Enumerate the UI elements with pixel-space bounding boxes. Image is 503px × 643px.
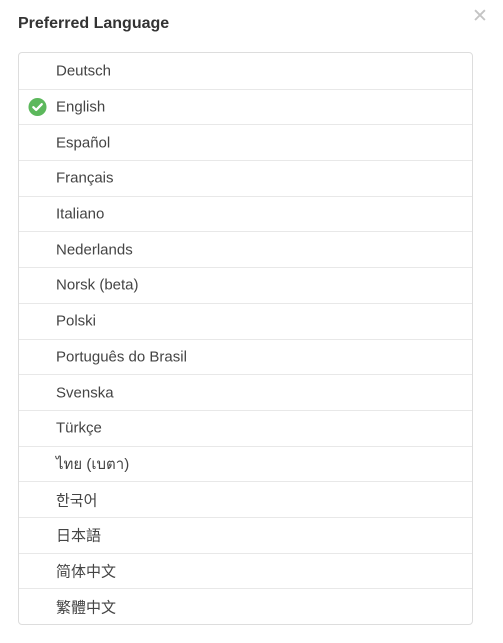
language-item-italiano[interactable]: Italiano [19,195,472,232]
language-label: Türkçe [56,419,102,437]
close-icon[interactable]: ✕ [469,6,491,28]
language-item-deutsch[interactable]: Deutsch [19,53,472,89]
language-list: Deutsch English Español Français Italian… [18,52,473,625]
language-item-traditional-chinese[interactable]: 繁體中文 [19,588,472,624]
language-label: Deutsch [56,62,112,80]
language-label: 简体中文 [56,563,117,581]
language-item-svenska[interactable]: Svenska [19,374,472,410]
check-circle-icon [28,98,47,117]
language-label: Italiano [56,205,105,223]
language-label: 繁體中文 [56,599,117,617]
language-item-thai[interactable]: ไทย (เบตา) [19,445,472,482]
language-item-japanese[interactable]: 日本語 [19,516,472,553]
language-label: Svenska [56,384,114,402]
language-item-francais[interactable]: Français [19,160,472,196]
language-item-simplified-chinese[interactable]: 简体中文 [19,552,472,589]
language-item-turkce[interactable]: Türkçe [19,409,472,446]
language-label: Français [56,169,114,187]
language-item-nederlands[interactable]: Nederlands [19,231,472,267]
language-label: Español [56,134,111,152]
language-item-korean[interactable]: 한국어 [19,481,472,517]
language-item-english[interactable]: English [19,88,472,125]
language-label: ไทย (เบตา) [56,455,130,473]
language-item-espanol[interactable]: Español [19,124,472,160]
language-label: Português do Brasil [56,348,187,366]
language-label: 한국어 [56,492,98,510]
dialog-title: Preferred Language [18,15,170,32]
language-label: Polski [56,312,97,330]
language-label: 日本語 [56,527,102,545]
language-item-polski[interactable]: Polski [19,302,472,339]
language-item-norsk[interactable]: Norsk (beta) [19,267,472,303]
language-label: Norsk (beta) [56,276,139,294]
language-label: English [56,98,106,116]
language-label: Nederlands [56,241,133,259]
language-dialog: Preferred Language ✕ Deutsch English Esp… [0,0,503,643]
language-item-portugues[interactable]: Português do Brasil [19,338,472,375]
